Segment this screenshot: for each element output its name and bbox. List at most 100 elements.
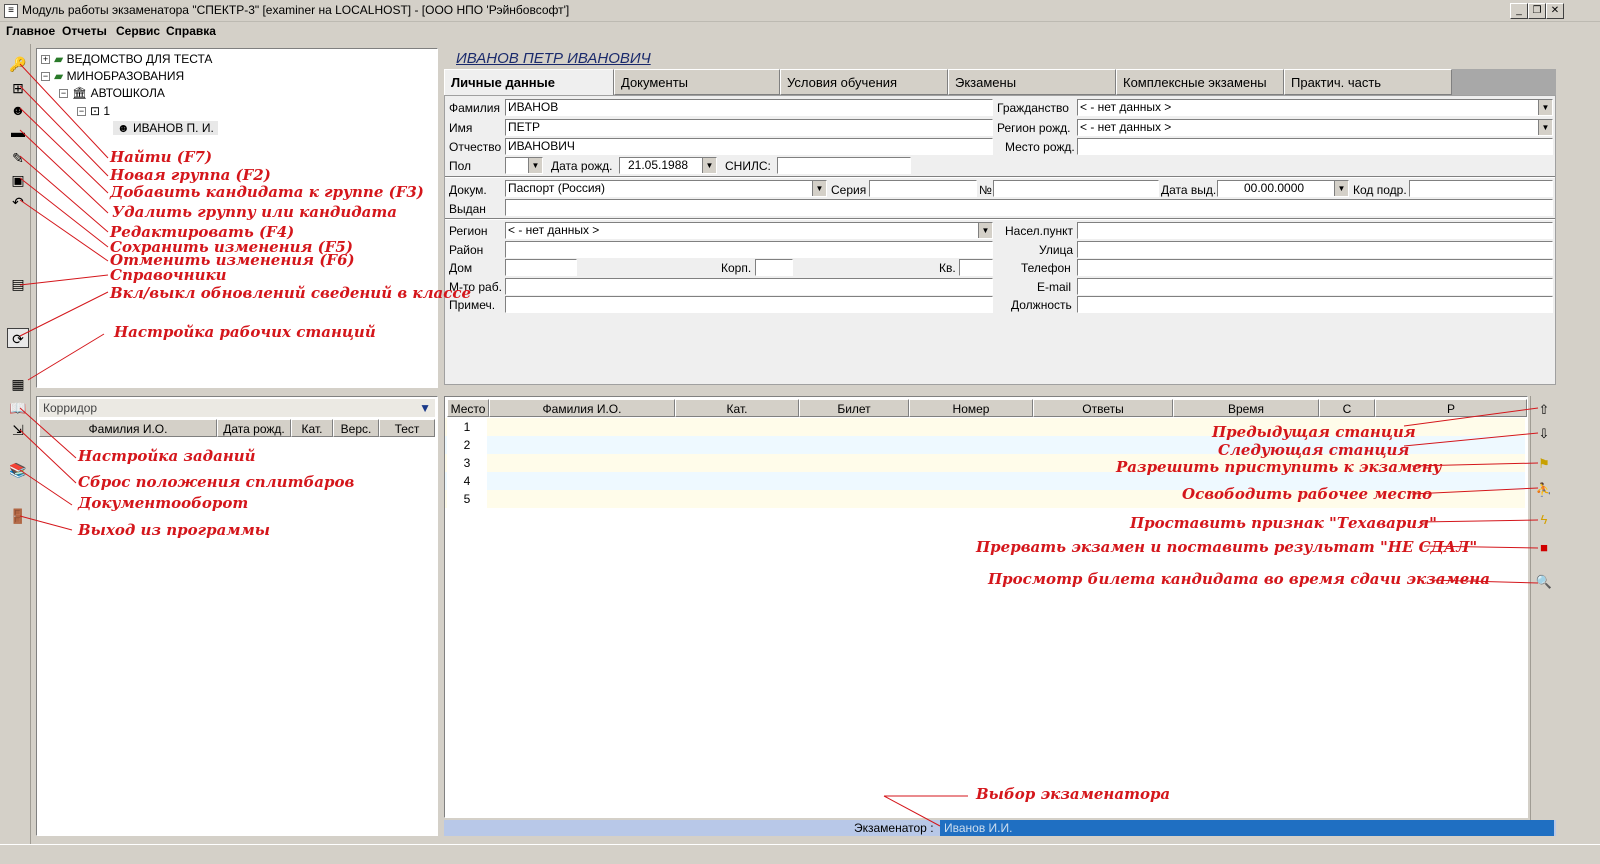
delete-icon[interactable]: ▬ <box>7 122 29 142</box>
undo-icon[interactable]: ↶ <box>7 192 29 212</box>
allow-exam-flag-icon[interactable]: ⚑ <box>1534 454 1554 474</box>
person-full-name[interactable]: ИВАНОВ ПЕТР ИВАНОВИЧ <box>456 50 651 67</box>
menu-main[interactable]: Главное <box>6 24 55 38</box>
annotation-view-ticket: Просмотр билета кандидата во время сдачи… <box>988 570 1490 588</box>
dept-code-field[interactable] <box>1409 180 1553 197</box>
building-field[interactable] <box>755 259 793 276</box>
phone-field[interactable] <box>1077 259 1553 276</box>
label-street: Улица <box>1039 243 1074 257</box>
find-icon[interactable]: 🔑 <box>7 54 29 74</box>
tree-node-ministry[interactable]: − ▰ МИНОБРАЗОВАНИЯ <box>41 69 184 83</box>
right-toolbar: ⇧ ⇩ ⚑ ⛹ ϟ ■ 🔍 <box>1530 396 1556 836</box>
column-header[interactable]: Кат. <box>291 419 333 437</box>
collapse-icon[interactable]: − <box>41 72 50 82</box>
edit-icon[interactable]: ✎ <box>7 148 29 168</box>
menu-help[interactable]: Справка <box>166 24 216 38</box>
column-header[interactable]: С <box>1319 399 1375 417</box>
column-header[interactable]: Билет <box>799 399 909 417</box>
series-field[interactable] <box>869 180 977 197</box>
tree-node-group[interactable]: − ⊡ 1 <box>77 104 110 118</box>
birth-region-select[interactable]: < - нет данных > ▼ <box>1077 119 1553 136</box>
tree-node-candidate[interactable]: ☻ ИВАНОВ П. И. <box>113 121 218 135</box>
email-field[interactable] <box>1077 278 1553 295</box>
label-dept-code: Код подр. <box>1353 183 1407 197</box>
district-field[interactable] <box>505 241 993 258</box>
tech-failure-icon[interactable]: ϟ <box>1534 510 1554 530</box>
issue-date-value: 00.00.0000 <box>1244 181 1305 195</box>
tab-complex-exams[interactable]: Комплексные экзамены <box>1116 69 1284 95</box>
examiner-select[interactable]: Иванов И.И. <box>940 820 1554 836</box>
column-header[interactable]: Время <box>1173 399 1319 417</box>
tree-label: МИНОБРАЗОВАНИЯ <box>66 69 185 83</box>
documents-icon[interactable]: 📚 <box>7 460 29 480</box>
free-workplace-icon[interactable]: ⛹ <box>1534 480 1554 500</box>
minimize-button[interactable]: _ <box>1510 3 1528 19</box>
house-field[interactable] <box>505 259 577 276</box>
row-number: 3 <box>447 454 487 472</box>
sex-select[interactable]: ▼ <box>505 157 543 174</box>
dictionaries-icon[interactable]: ▤ <box>7 274 29 294</box>
locality-field[interactable] <box>1077 222 1553 239</box>
snils-field[interactable] <box>777 157 911 174</box>
region-select[interactable]: < - нет данных > ▼ <box>505 222 993 239</box>
next-station-icon[interactable]: ⇩ <box>1534 424 1554 444</box>
column-header[interactable]: Фамилия И.О. <box>39 419 217 437</box>
patronymic-field[interactable]: ИВАНОВИЧ <box>505 138 993 155</box>
refresh-toggle-icon[interactable]: ⟳ <box>7 328 29 348</box>
tab-documents[interactable]: Документы <box>614 69 780 95</box>
annotation-tech-failure: Проставить признак "Техавария" <box>1130 514 1437 532</box>
new-group-icon[interactable]: ⊞ <box>7 78 29 98</box>
birth-date-picker[interactable]: 21.05.1988 ▼ <box>619 157 717 174</box>
workstations-icon[interactable]: ▦ <box>7 374 29 394</box>
expand-icon[interactable]: + <box>41 55 50 65</box>
reset-splitters-icon[interactable]: ⇲ <box>7 420 29 440</box>
tree-node-agency[interactable]: + ▰ ВЕДОМСТВО ДЛЯ ТЕСТА <box>41 52 212 66</box>
column-header[interactable]: Тест <box>379 419 435 437</box>
issued-by-field[interactable] <box>505 199 1553 216</box>
surname-field[interactable]: ИВАНОВ <box>505 99 993 116</box>
citizenship-select[interactable]: < - нет данных > ▼ <box>1077 99 1553 116</box>
number-field[interactable] <box>993 180 1159 197</box>
maximize-button[interactable]: ❐ <box>1528 3 1546 19</box>
tab-exams[interactable]: Экзамены <box>948 69 1116 95</box>
note-field[interactable] <box>505 296 993 313</box>
document-type-select[interactable]: Паспорт (Россия) ▼ <box>505 180 827 197</box>
chevron-down-icon: ▼ <box>702 158 716 173</box>
collapse-icon[interactable]: − <box>77 107 86 117</box>
column-header[interactable]: Р <box>1375 399 1527 417</box>
flat-field[interactable] <box>959 259 993 276</box>
label-surname: Фамилия <box>449 101 500 115</box>
previous-station-icon[interactable]: ⇧ <box>1534 400 1554 420</box>
exit-icon[interactable]: 🚪 <box>7 506 29 526</box>
column-header[interactable]: Кат. <box>675 399 799 417</box>
column-header[interactable]: Ответы <box>1033 399 1173 417</box>
column-header[interactable]: Место <box>447 399 489 417</box>
column-header[interactable]: Дата рожд. <box>217 419 291 437</box>
name-field[interactable]: ПЕТР <box>505 119 993 136</box>
group-icon: ⊡ <box>90 104 104 118</box>
abort-exam-icon[interactable]: ■ <box>1534 538 1554 558</box>
issue-date-picker[interactable]: 00.00.0000 ▼ <box>1217 180 1349 197</box>
work-place-field[interactable] <box>505 278 993 295</box>
menu-reports[interactable]: Отчеты <box>62 24 107 38</box>
column-header[interactable]: Номер <box>909 399 1033 417</box>
street-field[interactable] <box>1077 241 1553 258</box>
collapse-icon[interactable]: − <box>59 89 68 99</box>
save-icon[interactable]: ▣ <box>7 170 29 190</box>
birth-place-field[interactable] <box>1077 138 1553 155</box>
column-header[interactable]: Верс. <box>333 419 379 437</box>
close-button[interactable]: ✕ <box>1546 3 1564 19</box>
birth-region-value: < - нет данных > <box>1080 120 1172 134</box>
tasks-icon[interactable]: 📖 <box>7 398 29 418</box>
corridor-selector[interactable]: Корридор ▼ <box>39 399 435 417</box>
tab-practice[interactable]: Практич. часть <box>1284 69 1452 95</box>
add-candidate-icon[interactable]: ☻ <box>7 100 29 120</box>
app-icon[interactable]: ≡ <box>4 4 18 18</box>
column-header[interactable]: Фамилия И.О. <box>489 399 675 417</box>
menu-service[interactable]: Сервис <box>116 24 160 38</box>
tree-node-school[interactable]: − 🏛 АВТОШКОЛА <box>59 86 165 100</box>
tab-personal[interactable]: Личные данные <box>444 69 614 95</box>
tab-training[interactable]: Условия обучения <box>780 69 948 95</box>
view-ticket-icon[interactable]: 🔍 <box>1534 572 1554 592</box>
position-field[interactable] <box>1077 296 1553 313</box>
